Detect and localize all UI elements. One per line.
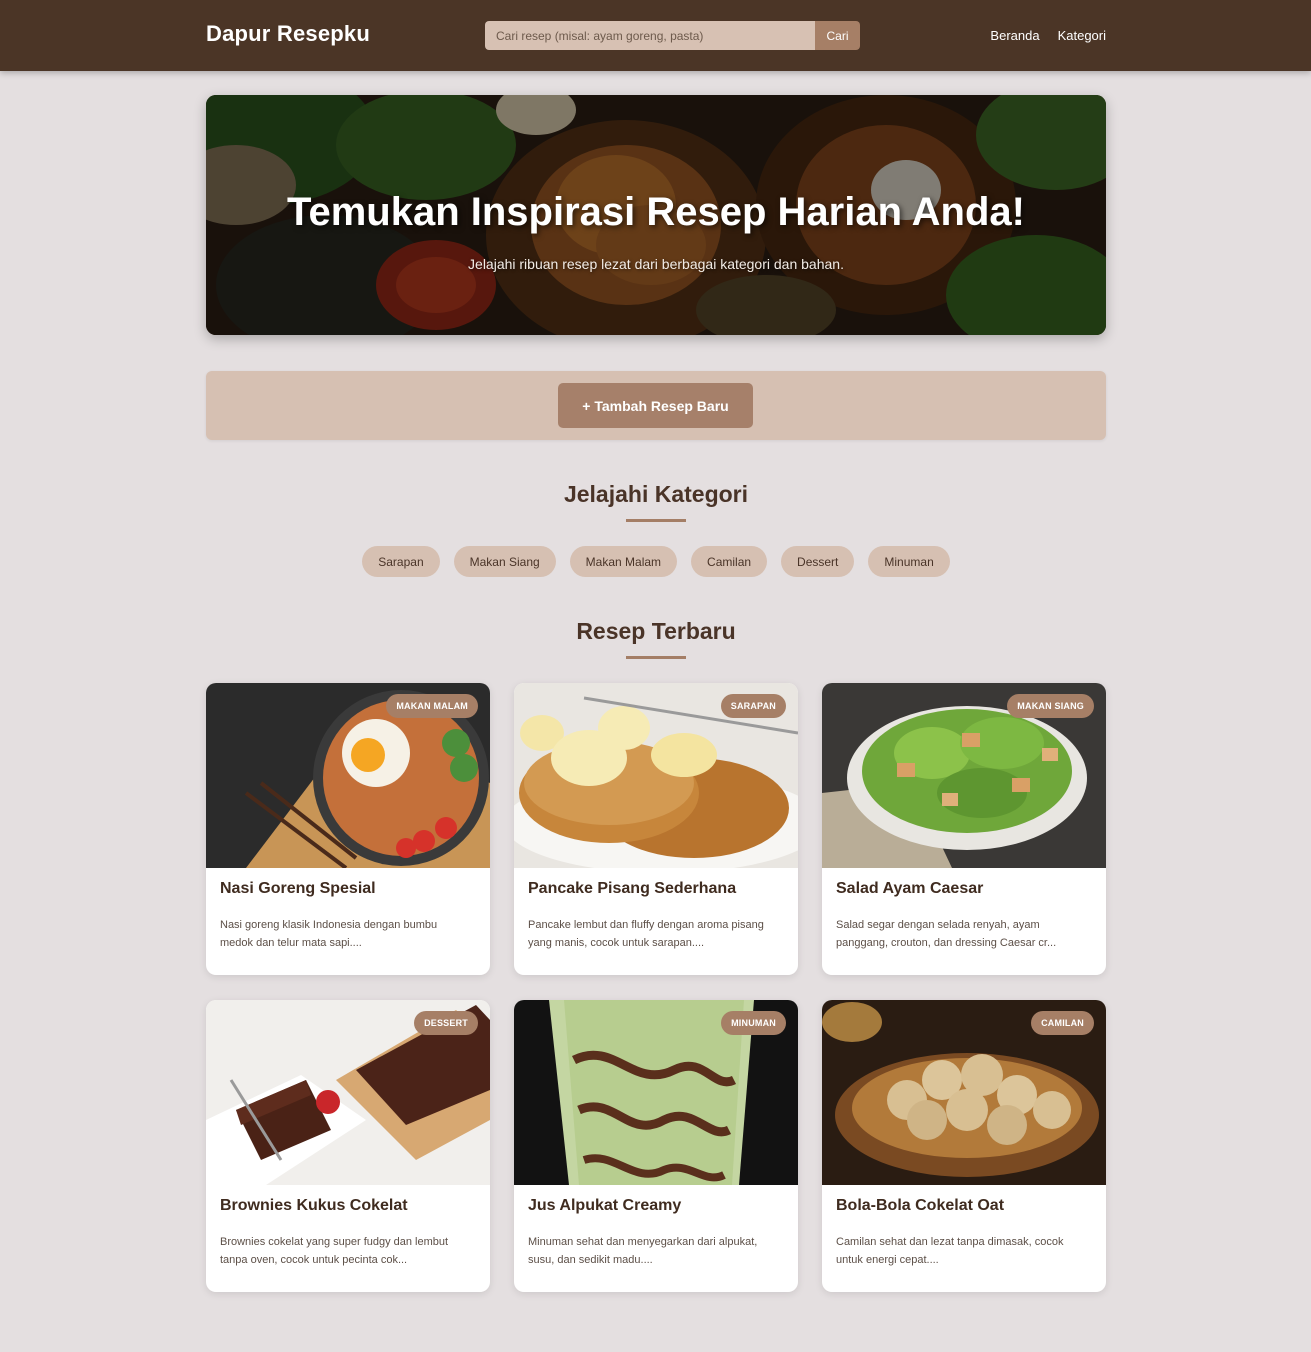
- recipe-description: Minuman sehat dan menyegarkan dari alpuk…: [528, 1236, 758, 1266]
- recipe-image: CAMILAN: [822, 1000, 1106, 1185]
- recipe-card-salad-caesar[interactable]: MAKAN SIANG Salad Ayam Caesar Salad sega…: [822, 683, 1106, 975]
- recipe-image: MAKAN SIANG: [822, 683, 1106, 868]
- recipe-category-badge: MAKAN MALAM: [386, 694, 478, 718]
- category-chip-minuman[interactable]: Minuman: [868, 546, 950, 577]
- recipe-image: DESSERT: [206, 1000, 490, 1185]
- recipe-card-brownies[interactable]: DESSERT Brownies Kukus Cokelat Brownies …: [206, 1000, 490, 1292]
- category-chip-dessert[interactable]: Dessert: [781, 546, 855, 577]
- recipe-category-badge: DESSERT: [414, 1011, 478, 1035]
- recipe-title[interactable]: Jus Alpukat Creamy: [528, 1197, 681, 1215]
- recipe-description: Pancake lembut dan fluffy dengan aroma p…: [528, 919, 764, 949]
- recipe-card-bola-cokelat-oat[interactable]: CAMILAN Bola-Bola Cokelat Oat Camilan se…: [822, 1000, 1106, 1292]
- recipe-category-badge: SARAPAN: [720, 694, 786, 718]
- recipe-title[interactable]: Bola-Bola Cokelat Oat: [836, 1197, 1004, 1215]
- hero-banner: Temukan Inspirasi Resep Harian Anda! Jel…: [206, 95, 1106, 335]
- recipes-heading: Resep Terbaru: [576, 618, 736, 644]
- site-logo[interactable]: Dapur Resepku: [206, 21, 370, 47]
- recipe-description: Camilan sehat dan lezat tanpa dimasak, c…: [836, 1236, 1064, 1266]
- recipe-category-badge: MINUMAN: [721, 1011, 786, 1035]
- recipe-title[interactable]: Brownies Kukus Cokelat: [220, 1197, 408, 1215]
- recipe-category-badge: MAKAN SIANG: [1007, 694, 1094, 718]
- search-button[interactable]: Cari: [815, 21, 860, 50]
- top-navbar: Dapur Resepku Cari Beranda Kategori: [0, 0, 1311, 71]
- recipes-heading-underline: [626, 656, 686, 659]
- recipe-card-jus-alpukat[interactable]: MINUMAN Jus Alpukat Creamy Minuman sehat…: [514, 1000, 798, 1292]
- add-recipe-panel: + Tambah Resep Baru: [206, 371, 1106, 440]
- recipe-title[interactable]: Pancake Pisang Sederhana: [528, 880, 736, 898]
- recipe-card-pancake-pisang[interactable]: SARAPAN Pancake Pisang Sederhana Pancake…: [514, 683, 798, 975]
- recipe-description: Brownies cokelat yang super fudgy dan le…: [220, 1236, 449, 1266]
- recipe-category-badge: CAMILAN: [1031, 1011, 1094, 1035]
- nav-link-beranda[interactable]: Beranda: [990, 28, 1039, 43]
- category-chip-camilan[interactable]: Camilan: [691, 546, 768, 577]
- nav-link-kategori[interactable]: Kategori: [1058, 28, 1106, 43]
- recipe-title[interactable]: Salad Ayam Caesar: [836, 880, 983, 898]
- recipe-description: Nasi goreng klasik Indonesia dengan bumb…: [220, 919, 438, 949]
- recipe-image: MAKAN MALAM: [206, 683, 490, 868]
- search-input[interactable]: [485, 21, 815, 50]
- main-nav: Beranda Kategori: [990, 28, 1106, 43]
- recipe-image: MINUMAN: [514, 1000, 798, 1185]
- category-chip-makan-siang[interactable]: Makan Siang: [453, 546, 556, 577]
- recipe-image: SARAPAN: [514, 683, 798, 868]
- hero-subtitle: Jelajahi ribuan resep lezat dari berbaga…: [468, 256, 844, 272]
- category-list: Sarapan Makan Siang Makan Malam Camilan …: [206, 546, 1106, 577]
- search-bar: Cari: [485, 21, 860, 50]
- recipe-title[interactable]: Nasi Goreng Spesial: [220, 880, 376, 898]
- hero-title: Temukan Inspirasi Resep Harian Anda!: [287, 190, 1025, 234]
- recipe-card-nasi-goreng[interactable]: MAKAN MALAM Nasi Goreng Spesial Nasi gor…: [206, 683, 490, 975]
- category-chip-sarapan[interactable]: Sarapan: [362, 546, 440, 577]
- recipe-description: Salad segar dengan selada renyah, ayam p…: [836, 919, 1057, 949]
- category-chip-makan-malam[interactable]: Makan Malam: [569, 546, 678, 577]
- categories-heading-underline: [626, 519, 686, 522]
- add-recipe-button[interactable]: + Tambah Resep Baru: [558, 383, 753, 428]
- categories-heading: Jelajahi Kategori: [563, 481, 749, 507]
